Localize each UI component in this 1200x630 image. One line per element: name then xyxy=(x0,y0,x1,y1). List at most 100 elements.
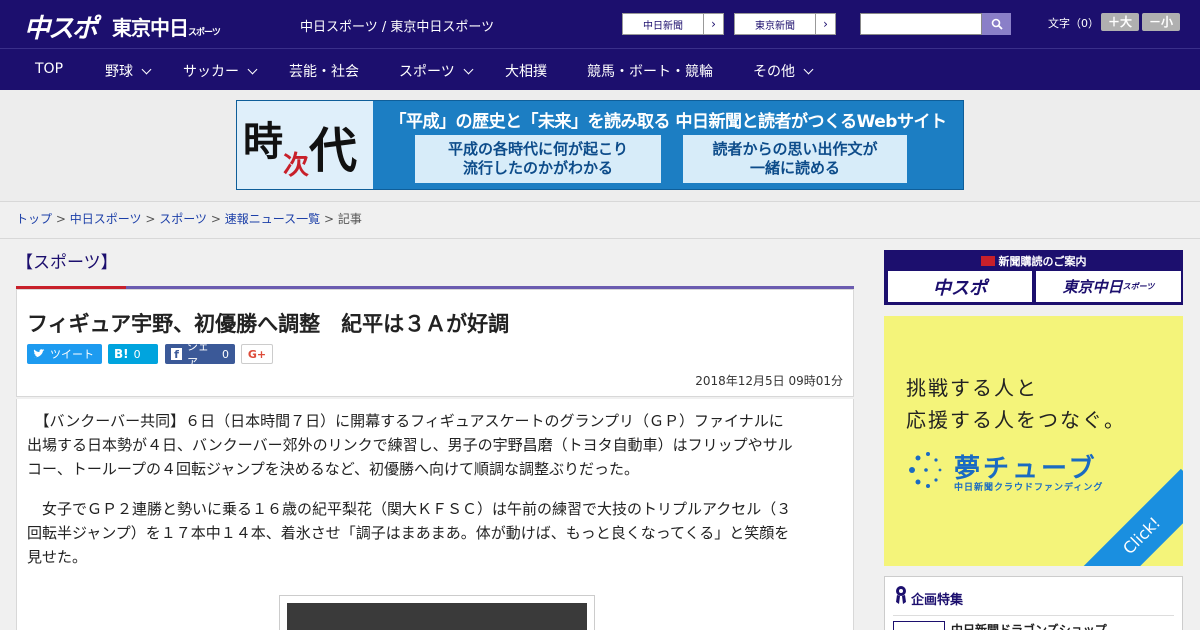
chuspo-logo[interactable]: 中スポ xyxy=(24,8,98,45)
tokyo-chunichi-logo-suffix: スポーツ xyxy=(188,28,221,38)
jidai-char-dai: 代 xyxy=(309,123,358,179)
nav-item-baseball[interactable]: 野球 xyxy=(105,61,152,81)
article-photo-frame xyxy=(279,595,595,630)
breadcrumb-separator: > xyxy=(55,212,66,226)
banner-headline: 「平成」の歴史と「未来」を読み取る 中日新聞と読者がつくるWebサイト xyxy=(389,112,947,132)
search-icon xyxy=(991,18,1003,30)
article-paragraph-2: 女子でＧＰ２連勝と勢いに乗る１６歳の紀平梨花（関大ＫＦＳＣ）は午前の練習で大技の… xyxy=(27,497,845,569)
breadcrumb: トップ > 中日スポーツ > スポーツ > 速報ニュース一覧 > 記事 xyxy=(16,210,362,227)
subscribe-tokyo-chunichi-button[interactable]: 東京中日 スポーツ xyxy=(1036,271,1181,302)
ribbon-icon xyxy=(896,586,906,604)
feature-item-dragons-shop[interactable]: 中日新聞ドラゴンズショップ xyxy=(951,621,1107,630)
nav-item-label: 競馬・ボート・競輪 xyxy=(587,64,713,80)
chevron-down-icon xyxy=(463,64,474,74)
banner-box-1-line1: 平成の各時代に何が起こり xyxy=(447,140,628,158)
yume-ad-line1: 挑戦する人と xyxy=(906,376,1038,400)
feature-thumbnail[interactable] xyxy=(893,621,945,630)
jidai-banner-ad[interactable]: 時 次 代 「平成」の歴史と「未来」を読み取る 中日新聞と読者がつくるWebサイ… xyxy=(236,100,964,190)
facebook-icon: f xyxy=(171,348,182,361)
yume-ad-brand-sub: 中日新聞クラウドファンディング xyxy=(954,483,1104,493)
article-title: フィギュア宇野、初優勝へ調整 紀平は３Ａが好調 xyxy=(27,312,510,336)
banner-box-2-line1: 読者からの思い出作文が xyxy=(712,140,878,158)
yume-tube-ad[interactable]: 挑戦する人と 応援する人をつなぐ。 夢チューブ 中日新聞クラウドファンディング … xyxy=(884,316,1183,566)
nav-item-top[interactable]: TOP xyxy=(35,61,63,77)
breadcrumb-news-list[interactable]: 速報ニュース一覧 xyxy=(225,212,320,226)
nav-item-label: その他 xyxy=(753,64,795,80)
search-button[interactable] xyxy=(982,13,1011,35)
banner-box-2: 読者からの思い出作文が 一緒に読める xyxy=(683,135,907,183)
nav-item-sumo[interactable]: 大相撲 xyxy=(505,61,547,81)
subscribe-chuspo-button[interactable]: 中スポ xyxy=(888,271,1032,302)
breadcrumb-sports[interactable]: スポーツ xyxy=(159,212,207,226)
chevron-down-icon xyxy=(141,64,152,74)
chevron-down-icon xyxy=(247,64,258,74)
breadcrumb-chunichi-sports[interactable]: 中日スポーツ xyxy=(70,212,142,226)
nav-item-other[interactable]: その他 xyxy=(753,61,814,81)
yume-dots-icon xyxy=(909,452,942,488)
font-smaller-button[interactable]: －小 xyxy=(1142,13,1180,31)
article-paragraph-1-line2: 出場する日本勢が４日、バンクーバー郊外のリンクで練習し、男子の宇野昌磨（トヨタ自… xyxy=(27,436,793,454)
chunichi-shimbun-label: 中日新聞 xyxy=(643,20,683,32)
banner-box-1: 平成の各時代に何が起こり 流行したのかがわかる xyxy=(415,135,661,183)
nav-item-entertainment[interactable]: 芸能・社会 xyxy=(289,61,359,81)
hatena-bookmark-button[interactable]: B! 0 xyxy=(108,344,158,364)
tweet-label: ツイート xyxy=(50,348,94,361)
article-date: 2018年12月5日 09時01分 xyxy=(695,374,843,388)
nav-item-soccer[interactable]: サッカー xyxy=(183,61,258,81)
breadcrumb-top[interactable]: トップ xyxy=(16,212,52,226)
nav-item-sports[interactable]: スポーツ xyxy=(399,61,474,81)
subscribe-tokyo-chunichi-text: 東京中日 xyxy=(1062,278,1123,296)
chevron-right-icon: › xyxy=(815,14,835,34)
facebook-share-label: シェア xyxy=(186,340,209,369)
google-plus-icon: G+ xyxy=(247,347,267,361)
tokyo-shimbun-button[interactable]: 東京新聞 › xyxy=(734,13,836,35)
breadcrumb-separator: > xyxy=(323,212,334,226)
hatena-count: 0 xyxy=(133,347,141,361)
nav-item-label: 芸能・社会 xyxy=(289,64,359,80)
feature-box: 企画特集 中日新聞ドラゴンズショップ xyxy=(884,576,1183,630)
breadcrumb-separator: > xyxy=(145,212,156,226)
nav-item-racing[interactable]: 競馬・ボート・競輪 xyxy=(587,61,713,81)
font-size-label: 文字（0） xyxy=(1048,17,1099,30)
breadcrumb-current: 記事 xyxy=(337,212,362,226)
banner-box-2-line2: 一緒に読める xyxy=(749,159,840,177)
tokyo-shimbun-label: 東京新聞 xyxy=(755,20,795,32)
article-paragraph-1-line3: コー、トーループの４回転ジャンプを決めるなど、初優勝へ向けて順調な調整ぶりだった… xyxy=(27,460,640,478)
font-bigger-button[interactable]: ＋大 xyxy=(1101,13,1139,31)
nav-item-label: 大相撲 xyxy=(505,64,547,80)
chevron-right-icon: › xyxy=(703,14,723,34)
article-paragraph-1-line1: 【バンクーバー共同】６日（日本時間７日）に開幕するフィギュアスケートのグランプリ… xyxy=(27,412,784,430)
article-body: 【バンクーバー共同】６日（日本時間７日）に開幕するフィギュアスケートのグランプリ… xyxy=(16,399,854,630)
banner-area: 時 次 代 「平成」の歴史と「未来」を読み取る 中日新聞と読者がつくるWebサイ… xyxy=(0,90,1200,202)
section-title: 【スポーツ】 xyxy=(16,253,118,273)
tweet-button[interactable]: ツイート xyxy=(27,344,102,364)
nav-item-label: サッカー xyxy=(183,64,239,80)
tokyo-chunichi-logo-text: 東京中日 xyxy=(112,16,189,40)
article-paragraph-2-line2: 回転半ジャンプ）を１７本中１４本、着氷させ「調子はまあまあ。体が動けば、もっと良… xyxy=(27,524,790,542)
article-paragraph-1: 【バンクーバー共同】６日（日本時間７日）に開幕するフィギュアスケートのグランプリ… xyxy=(27,409,845,481)
tokyo-chunichi-logo[interactable]: 東京中日スポーツ xyxy=(112,12,221,41)
article-photo[interactable] xyxy=(287,603,587,630)
banner-box-1-line2: 流行したのかがわかる xyxy=(462,159,613,177)
nav-item-label: スポーツ xyxy=(399,64,455,80)
breadcrumb-separator: > xyxy=(210,212,221,226)
search-input[interactable] xyxy=(860,13,982,35)
nav-item-label: 野球 xyxy=(105,64,133,80)
chunichi-shimbun-button[interactable]: 中日新聞 › xyxy=(622,13,724,35)
yume-ad-line2: 応援する人をつなぐ。 xyxy=(906,408,1126,432)
twitter-bird-icon xyxy=(33,349,45,358)
facebook-share-count: 0 xyxy=(222,347,229,361)
nav-item-label: TOP xyxy=(35,61,64,77)
facebook-share-button[interactable]: f シェア 0 xyxy=(165,340,235,369)
chevron-down-icon xyxy=(803,64,814,74)
subscription-box: 新聞購読のご案内 中スポ 東京中日 スポーツ xyxy=(884,250,1183,305)
subscription-caption: 新聞購読のご案内 xyxy=(885,253,1182,269)
divider xyxy=(0,238,1200,239)
site-links[interactable]: 中日スポーツ / 東京中日スポーツ xyxy=(300,16,494,35)
jidai-logo: 時 次 代 xyxy=(237,101,373,189)
google-plus-button[interactable]: G+ xyxy=(241,344,273,364)
article-header: フィギュア宇野、初優勝へ調整 紀平は３Ａが好調 ツイート B! 0 f シェア … xyxy=(16,289,854,397)
jidai-char-ji: 時 xyxy=(243,118,283,165)
article-paragraph-2-line1: 女子でＧＰ２連勝と勢いに乗る１６歳の紀平梨花（関大ＫＦＳＣ）は午前の練習で大技の… xyxy=(27,500,792,518)
main-nav: TOP 野球 サッカー 芸能・社会 スポーツ 大相撲 競馬・ボート・競輪 その他 xyxy=(0,48,1200,90)
